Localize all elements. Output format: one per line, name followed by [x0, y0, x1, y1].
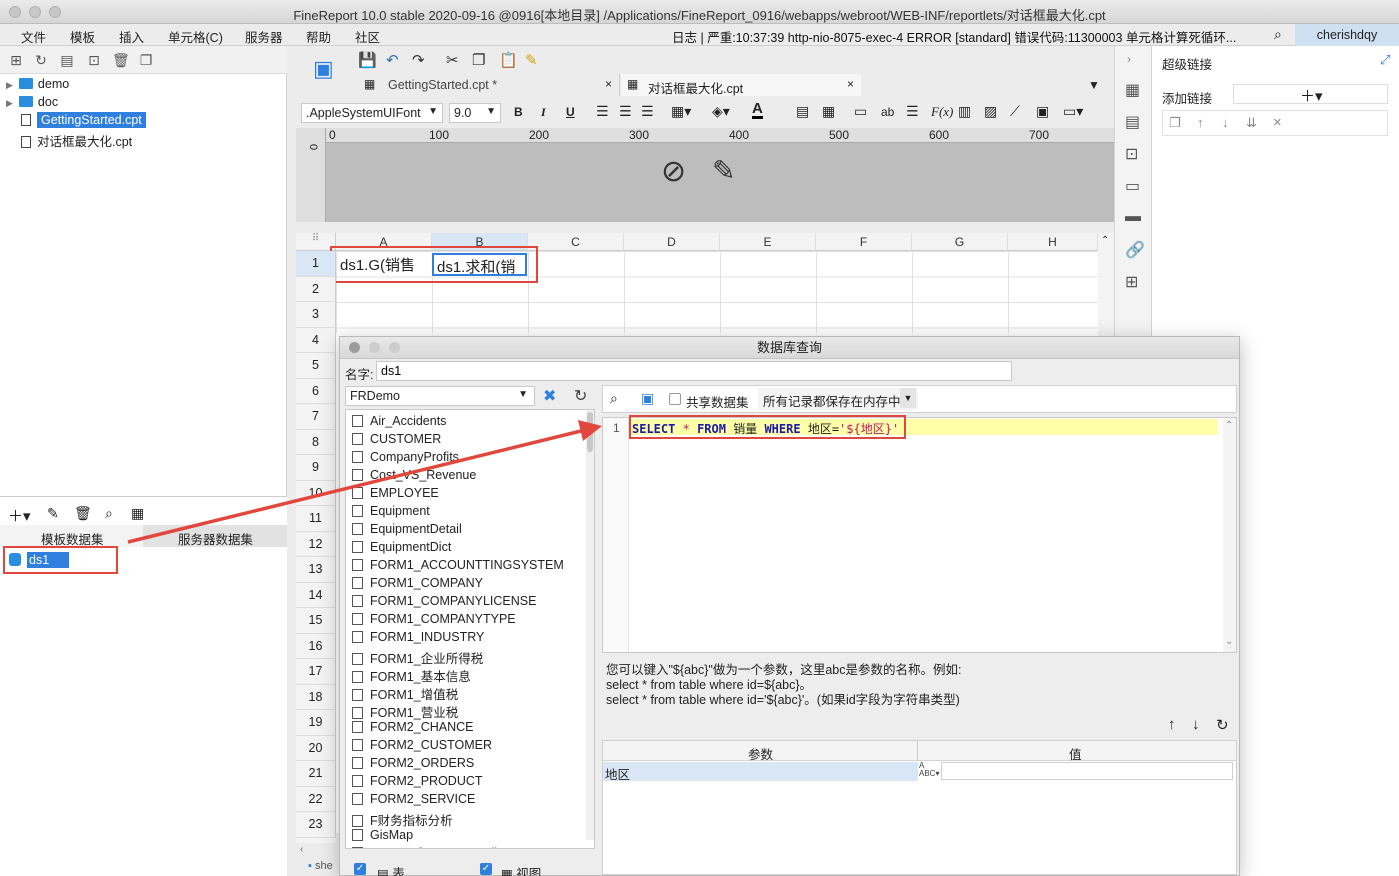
arrow-line — [127, 428, 586, 544]
annotation-arrow — [127, 420, 602, 544]
arrow-head — [578, 420, 602, 441]
